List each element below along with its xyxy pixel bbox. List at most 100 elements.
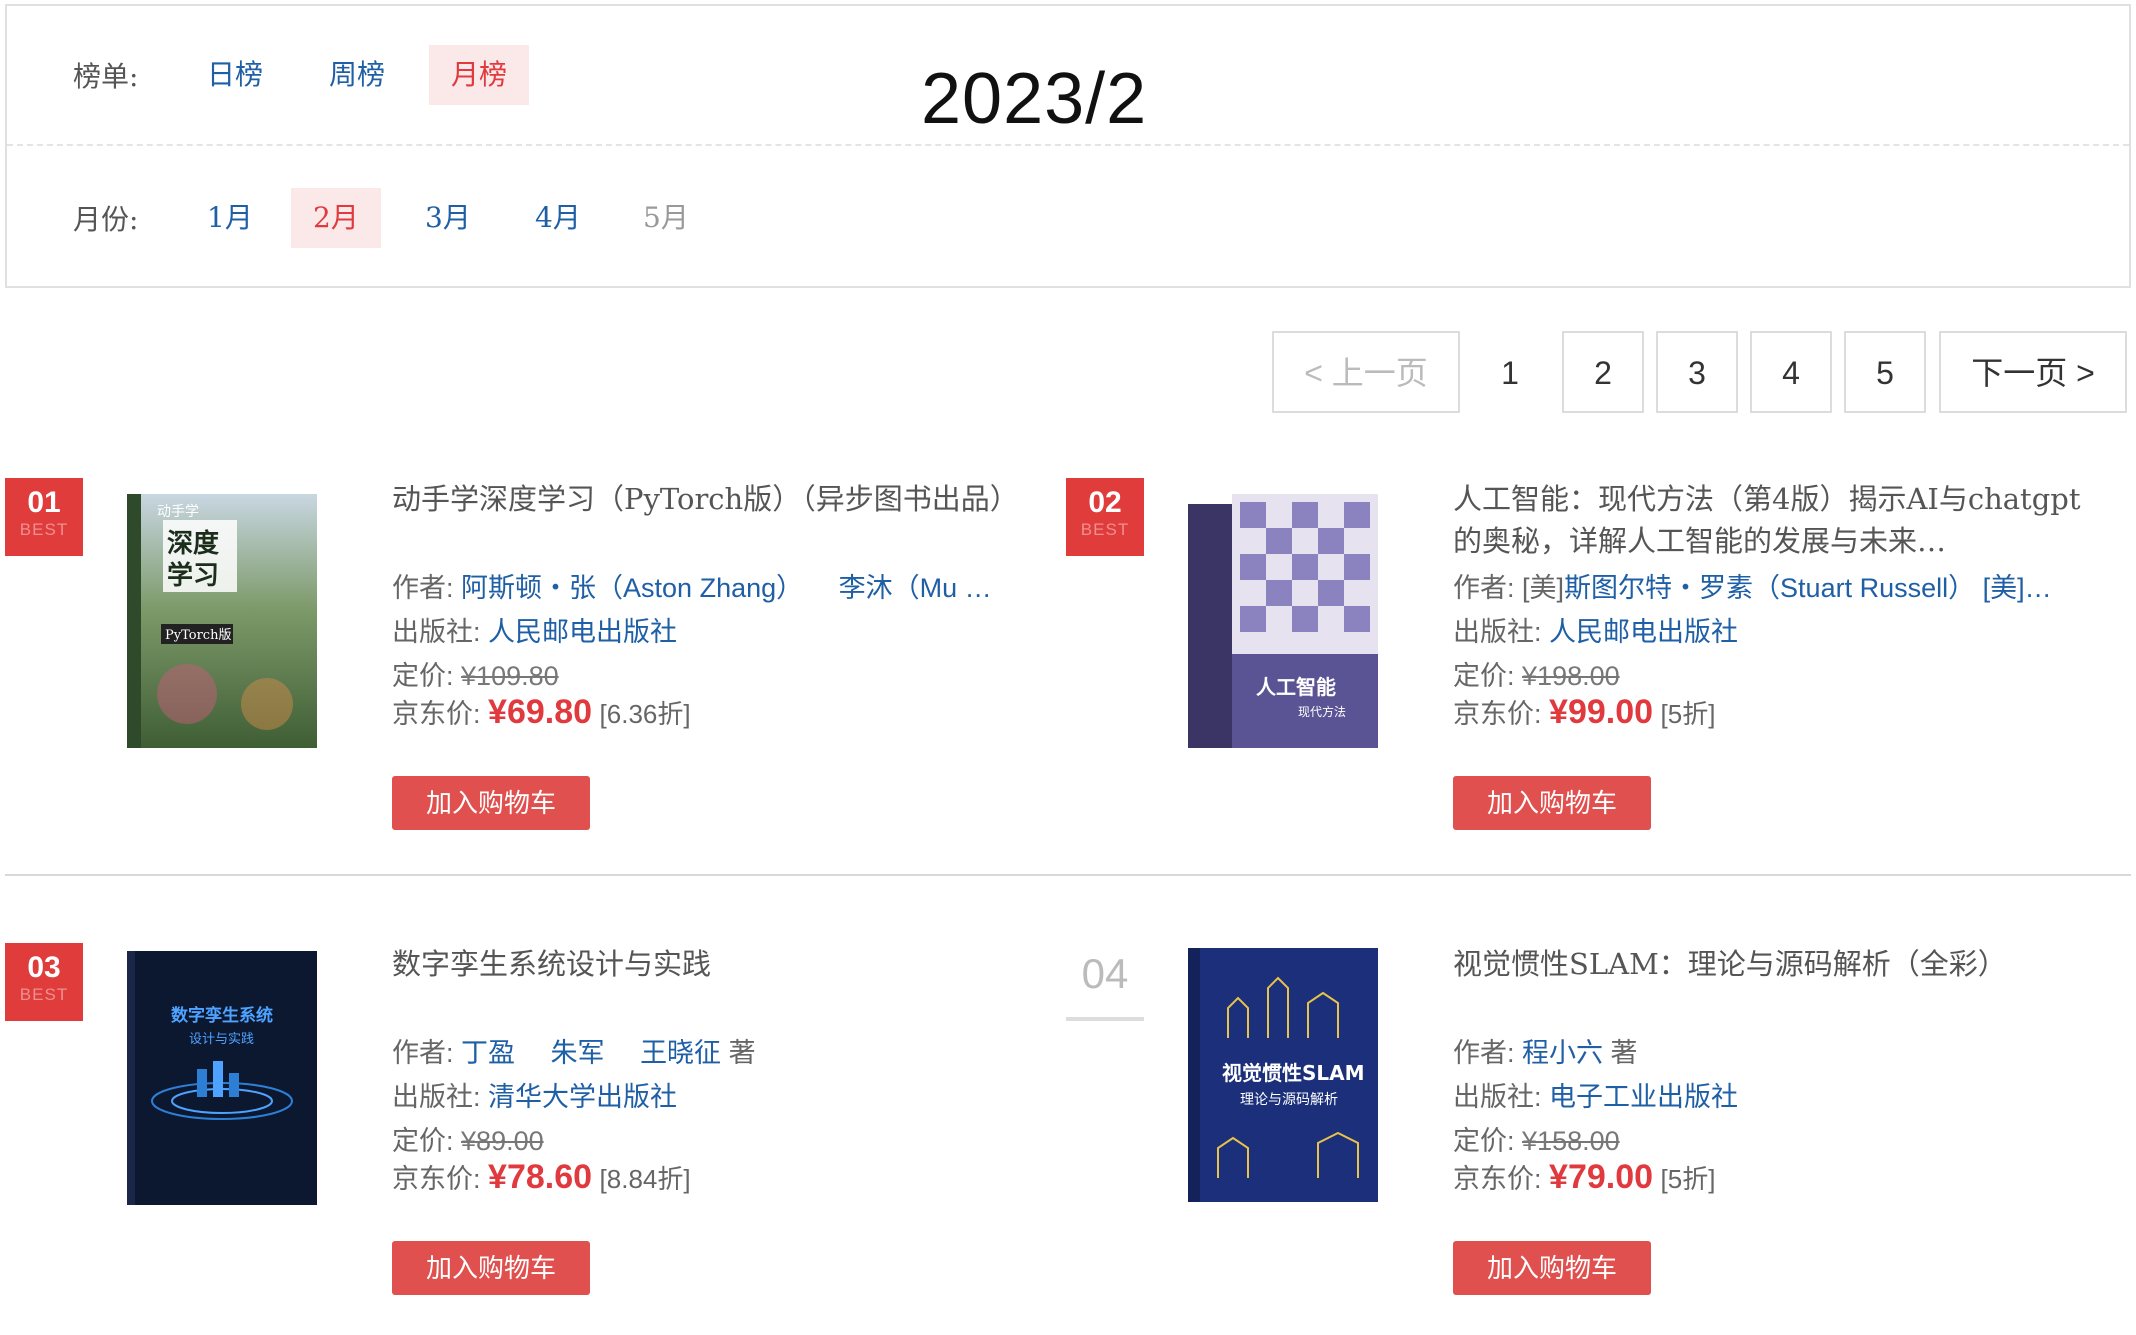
book-title[interactable]: 数字孪生系统设计与实践	[392, 943, 1032, 985]
add-to-cart-button[interactable]: 加入购物车	[1453, 1241, 1651, 1295]
add-to-cart-button[interactable]: 加入购物车	[392, 776, 590, 830]
publisher-label: 出版社:	[392, 1082, 481, 1112]
month-option-4[interactable]: 4月	[513, 188, 603, 248]
jd-price-label: 京东价:	[392, 1164, 481, 1194]
author-link[interactable]: 程小六	[1522, 1038, 1603, 1068]
list-price-label: 定价:	[392, 661, 454, 691]
book-list-price-line: 定价: ¥158.00	[1453, 1119, 2073, 1158]
book-jd-price-line: 京东价: ¥69.80 [6.36折]	[392, 692, 1012, 732]
jd-price-label: 京东价:	[392, 699, 481, 729]
rank-best-label: BEST	[1080, 520, 1130, 539]
list-price: ¥109.80	[461, 661, 559, 691]
author-label: 作者:	[392, 1038, 454, 1068]
author-link[interactable]: 斯图尔特・罗素（Stuart Russell）	[1564, 573, 1975, 603]
ranking-type-row: 榜单: 日榜 周榜 月榜 2023/2	[7, 6, 2129, 146]
rank-number: 02	[1088, 486, 1122, 519]
author-link[interactable]: [美]…	[1983, 573, 2052, 603]
svg-text:PyTorch版: PyTorch版	[165, 628, 231, 643]
list-price-label: 定价:	[1453, 661, 1515, 691]
next-page-button[interactable]: 下一页 >	[1939, 331, 2127, 413]
svg-text:学习: 学习	[167, 560, 219, 591]
row-divider	[5, 874, 2131, 876]
ranking-option-weekly[interactable]: 周榜	[307, 45, 407, 105]
book-cover-image[interactable]: 人工智能 现代方法	[1188, 494, 1378, 748]
list-price: ¥158.00	[1522, 1126, 1620, 1156]
jd-price: ¥99.00	[1549, 693, 1654, 731]
ranking-option-monthly[interactable]: 月榜	[429, 45, 530, 105]
rank-best-label: BEST	[19, 985, 69, 1004]
publisher-label: 出版社:	[1453, 1082, 1542, 1112]
pagination: < 上一页 1 2 3 4 5 下一页 >	[0, 331, 2136, 413]
discount: [8.84折]	[599, 1164, 691, 1194]
month-option-5: 5月	[643, 201, 689, 234]
discount: [5折]	[1660, 1164, 1716, 1194]
jd-price: ¥69.80	[488, 693, 593, 731]
author-label: 作者:	[1453, 573, 1515, 603]
rank-number: 03	[27, 951, 61, 984]
book-title[interactable]: 视觉惯性SLAM：理论与源码解析（全彩）	[1453, 943, 2093, 985]
book-publisher-line: 出版社: 人民邮电出版社	[392, 610, 1012, 649]
author-link[interactable]: 朱军	[551, 1038, 605, 1068]
month-label: 月份:	[73, 203, 139, 236]
page-3-button[interactable]: 3	[1656, 331, 1738, 413]
publisher-label: 出版社:	[392, 617, 481, 647]
rank-badge: 04	[1066, 943, 1144, 1021]
book-card-03: 03 BEST 数字孪生系统 设计与实践 数字孪生系统设计与实践 作者: 丁盈 …	[5, 943, 1065, 1335]
page-4-button[interactable]: 4	[1750, 331, 1832, 413]
page-2-button[interactable]: 2	[1562, 331, 1644, 413]
book-publisher-line: 出版社: 清华大学出版社	[392, 1075, 1012, 1114]
svg-text:设计与实践: 设计与实践	[189, 1032, 254, 1047]
period-title: 2023/2	[921, 59, 1148, 139]
svg-text:理论与源码解析: 理论与源码解析	[1240, 1092, 1338, 1108]
book-title[interactable]: 动手学深度学习（PyTorch版）（异步图书出品）	[392, 478, 1032, 520]
ranking-label: 榜单:	[73, 60, 139, 93]
jd-price-label: 京东价:	[1453, 1164, 1542, 1194]
book-jd-price-line: 京东价: ¥78.60 [8.84折]	[392, 1157, 1012, 1197]
month-option-2[interactable]: 2月	[291, 188, 381, 248]
book-list-price-line: 定价: ¥198.00	[1453, 654, 2073, 693]
svg-text:深度: 深度	[167, 528, 219, 559]
author-label: 作者:	[392, 573, 454, 603]
rank-badge: 01 BEST	[5, 478, 83, 556]
svg-text:现代方法: 现代方法	[1298, 704, 1346, 719]
list-price: ¥89.00	[461, 1126, 544, 1156]
publisher-link[interactable]: 电子工业出版社	[1549, 1082, 1738, 1112]
author-link[interactable]: 李沐（Mu …	[839, 573, 992, 603]
book-jd-price-line: 京东价: ¥99.00 [5折]	[1453, 692, 2073, 732]
publisher-link[interactable]: 人民邮电出版社	[1549, 617, 1738, 647]
rank-number: 01	[27, 486, 61, 519]
prev-page-button: < 上一页	[1272, 331, 1460, 413]
list-price-label: 定价:	[392, 1126, 454, 1156]
jd-price: ¥78.60	[488, 1158, 593, 1196]
book-cover-image[interactable]: 数字孪生系统 设计与实践	[127, 943, 317, 1213]
svg-text:动手学: 动手学	[157, 504, 199, 520]
book-publisher-line: 出版社: 电子工业出版社	[1453, 1075, 2073, 1114]
month-option-1[interactable]: 1月	[185, 188, 275, 248]
book-author-line: 作者: 程小六 著	[1453, 1031, 2073, 1070]
author-suffix: 著	[1610, 1038, 1638, 1068]
svg-text:数字孪生系统: 数字孪生系统	[171, 1005, 273, 1026]
author-link[interactable]: 丁盈	[461, 1038, 515, 1068]
add-to-cart-button[interactable]: 加入购物车	[392, 1241, 590, 1295]
rank-number: 04	[1081, 950, 1129, 997]
publisher-link[interactable]: 人民邮电出版社	[488, 617, 677, 647]
author-link[interactable]: 阿斯顿・张（Aston Zhang）	[461, 573, 803, 603]
publisher-link[interactable]: 清华大学出版社	[488, 1082, 677, 1112]
book-list-price-line: 定价: ¥89.00	[392, 1119, 1012, 1158]
page-5-button[interactable]: 5	[1844, 331, 1926, 413]
jd-price-label: 京东价:	[1453, 699, 1542, 729]
list-price-label: 定价:	[1453, 1126, 1515, 1156]
ranking-option-daily[interactable]: 日榜	[185, 45, 285, 105]
add-to-cart-button[interactable]: 加入购物车	[1453, 776, 1651, 830]
book-author-line: 作者: 阿斯顿・张（Aston Zhang） 李沐（Mu …	[392, 566, 1012, 605]
discount: [6.36折]	[599, 699, 691, 729]
book-cover-image[interactable]: 深度 学习 动手学 PyTorch版	[127, 494, 317, 748]
month-option-3[interactable]: 3月	[403, 188, 493, 248]
book-author-line: 作者: 丁盈 朱军 王晓征 著	[392, 1031, 1012, 1070]
svg-text:人工智能: 人工智能	[1256, 675, 1336, 699]
book-list-price-line: 定价: ¥109.80	[392, 654, 1012, 693]
book-title[interactable]: 人工智能：现代方法（第4版）揭示AI与chatgpt的奥秘，详解人工智能的发展与…	[1453, 478, 2093, 562]
author-link[interactable]: 王晓征	[640, 1038, 721, 1068]
book-cover-image[interactable]: 视觉惯性SLAM 理论与源码解析	[1188, 943, 1378, 1207]
jd-price: ¥79.00	[1549, 1158, 1654, 1196]
